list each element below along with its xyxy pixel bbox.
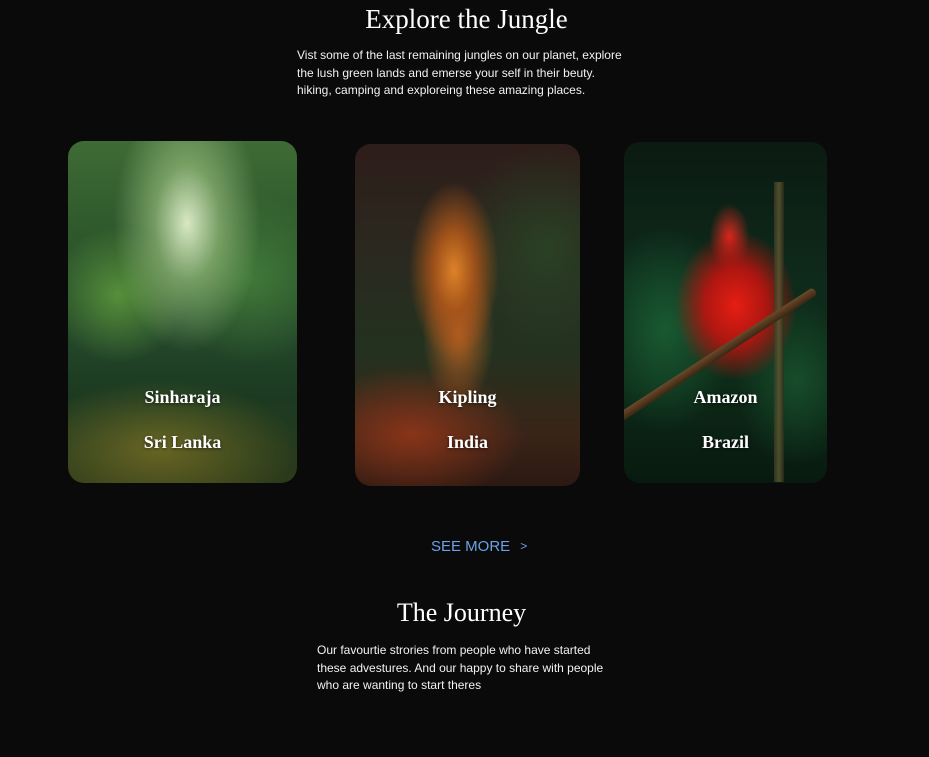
explore-description-line: the lush green lands and emerse your sel… bbox=[297, 65, 595, 80]
card-country: Sri Lanka bbox=[143, 432, 222, 452]
journey-description: Our favourtie strories from people who h… bbox=[317, 642, 603, 695]
card-name: Sinharaja bbox=[144, 387, 221, 407]
see-more-label: SEE MORE bbox=[431, 538, 511, 555]
explore-description-line: hiking, camping and exploreing these ama… bbox=[297, 83, 586, 97]
destination-card-amazon[interactable]: Amazon Brazil bbox=[624, 142, 827, 483]
explore-description: Vist some of the last remaining jungles … bbox=[297, 47, 622, 100]
destination-card-sinharaja[interactable]: Sinharaja Sri Lanka bbox=[68, 141, 297, 483]
journey-title: The Journey bbox=[396, 598, 527, 627]
journey-description-line: who are wanting to start theres bbox=[317, 678, 482, 692]
card-country: India bbox=[446, 432, 489, 452]
destination-card-kipling[interactable]: Kipling India bbox=[355, 144, 580, 486]
card-name: Kipling bbox=[438, 387, 497, 407]
explore-description-line: Vist some of the last remaining jungles … bbox=[297, 48, 622, 62]
journey-description-line: Our favourtie strories from people who h… bbox=[317, 643, 591, 657]
card-country: Brazil bbox=[702, 432, 749, 452]
see-more-link[interactable]: SEE MORE > bbox=[431, 538, 527, 555]
card-name: Amazon bbox=[693, 387, 758, 407]
journey-description-line: these advestures. And our happy to share… bbox=[317, 660, 604, 675]
chevron-right-icon: > bbox=[520, 539, 528, 553]
explore-title: Explore the Jungle bbox=[365, 4, 568, 34]
